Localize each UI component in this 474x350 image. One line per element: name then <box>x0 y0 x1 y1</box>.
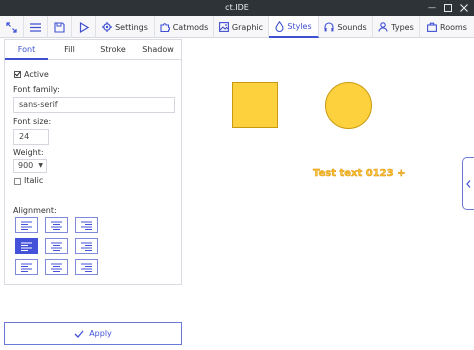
active-label: Active <box>24 70 49 79</box>
headphones-icon <box>324 22 334 32</box>
droplet-icon <box>275 20 284 32</box>
tab-styles-label: Styles <box>287 21 312 31</box>
user-icon <box>378 22 388 32</box>
weight-select-value: 900 <box>18 161 34 170</box>
align-top-left-button[interactable] <box>15 217 38 233</box>
tab-sounds[interactable]: Sounds <box>319 16 373 38</box>
font-size-label: Font size: <box>13 117 52 126</box>
subtab-fill[interactable]: Fill <box>48 40 91 60</box>
align-left-icon <box>21 221 32 230</box>
maximize-icon[interactable] <box>442 2 454 14</box>
align-center-icon <box>51 221 62 230</box>
hamburger-icon <box>30 22 41 32</box>
align-center-icon <box>51 263 62 272</box>
tab-graphic[interactable]: Graphic <box>214 16 269 38</box>
tab-catmods[interactable]: Catmods <box>155 16 214 38</box>
tab-rooms[interactable]: Rooms <box>420 16 474 38</box>
tab-settings-label: Settings <box>115 22 148 32</box>
align-top-right-button[interactable] <box>75 217 98 233</box>
style-editor-panel: Font Fill Stroke Shadow Active Font fami… <box>4 39 182 285</box>
align-bottom-center-button[interactable] <box>45 259 68 275</box>
style-preview-canvas: Test text 0123 + <box>186 39 474 350</box>
window-title: ct.IDE <box>225 3 249 12</box>
tab-styles[interactable]: Styles <box>269 16 319 38</box>
gear-icon <box>102 22 113 32</box>
preview-test-text: Test text 0123 + <box>313 168 406 179</box>
alignment-label: Alignment: <box>13 206 57 215</box>
image-icon <box>218 22 229 32</box>
save-icon <box>54 21 65 33</box>
align-bottom-left-button[interactable] <box>15 259 38 275</box>
align-center-icon <box>51 242 62 251</box>
align-top-center-button[interactable] <box>45 217 68 233</box>
save-button[interactable] <box>48 16 72 38</box>
tab-types-label: Types <box>391 22 414 32</box>
align-right-icon <box>81 221 92 230</box>
tab-sounds-label: Sounds <box>337 22 367 32</box>
font-family-input[interactable]: sans-serif <box>13 97 175 113</box>
menu-button[interactable] <box>24 16 48 38</box>
align-right-icon <box>81 263 92 272</box>
play-icon <box>79 21 89 33</box>
tab-rooms-label: Rooms <box>440 22 467 32</box>
align-bottom-right-button[interactable] <box>75 259 98 275</box>
close-icon[interactable] <box>458 2 470 14</box>
font-size-input[interactable]: 24 <box>13 129 49 145</box>
weight-select[interactable]: 900 ▼ <box>13 159 47 173</box>
weight-label: Weight: <box>13 148 44 157</box>
expand-icon <box>6 21 17 33</box>
main-toolbar: Settings Catmods Graphic Styles Sounds T… <box>0 16 474 38</box>
preview-square <box>232 82 278 128</box>
play-button[interactable] <box>72 16 96 38</box>
subtab-shadow[interactable]: Shadow <box>135 40 181 60</box>
tab-catmods-label: Catmods <box>172 22 209 32</box>
subtab-stroke[interactable]: Stroke <box>91 40 135 60</box>
italic-checkbox[interactable] <box>14 178 21 185</box>
align-middle-center-button[interactable] <box>45 238 68 254</box>
collapse-panel-handle[interactable] <box>462 157 474 210</box>
tab-graphic-label: Graphic <box>231 22 264 32</box>
chevron-down-icon: ▼ <box>38 162 43 169</box>
tab-settings[interactable]: Settings <box>96 16 155 38</box>
apply-button[interactable]: Apply <box>4 322 182 345</box>
align-middle-left-button[interactable] <box>15 238 38 254</box>
style-subtabs: Font Fill Stroke Shadow <box>5 40 181 60</box>
title-bar: ct.IDE — <box>0 0 474 16</box>
briefcase-icon <box>427 22 437 32</box>
apply-label: Apply <box>89 329 112 338</box>
align-middle-right-button[interactable] <box>75 238 98 254</box>
puzzle-icon <box>160 23 170 32</box>
align-right-icon <box>81 242 92 251</box>
align-left-icon <box>21 242 32 251</box>
minimize-icon[interactable]: — <box>426 2 438 14</box>
tab-types[interactable]: Types <box>373 16 420 38</box>
subtab-font[interactable]: Font <box>5 40 48 60</box>
font-family-label: Font family: <box>13 85 60 94</box>
fullscreen-button[interactable] <box>0 16 24 38</box>
active-checkbox[interactable] <box>14 71 21 78</box>
chevron-left-icon <box>466 179 471 188</box>
align-left-icon <box>21 263 32 272</box>
preview-circle <box>325 82 372 129</box>
check-icon <box>74 330 84 338</box>
italic-label: Italic <box>24 176 44 185</box>
